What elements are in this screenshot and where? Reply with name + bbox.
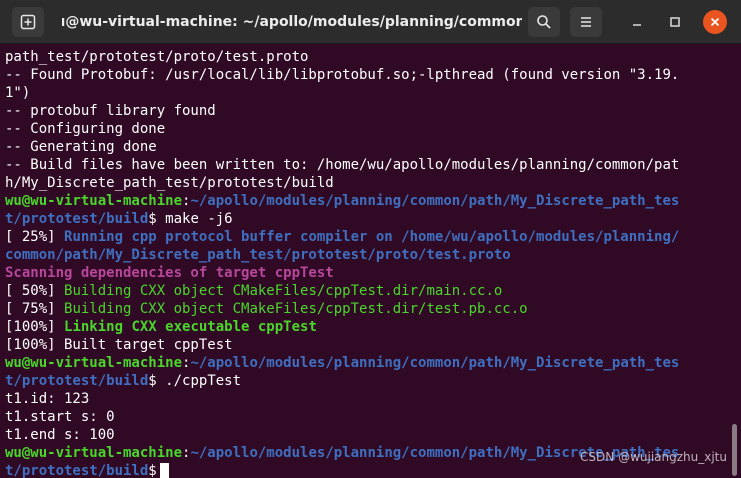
prompt-line: wu@wu-virtual-machine:~/apollo/modules/p… xyxy=(5,355,680,371)
progress-message: Running cpp protocol buffer compiler on … xyxy=(64,229,680,245)
prompt-line: t/prototest/build$ ./cppTest xyxy=(5,372,732,390)
prompt-user: wu@wu-virtual-machine xyxy=(5,193,183,209)
text-cursor xyxy=(159,463,169,478)
search-icon xyxy=(537,15,551,29)
prompt-path: ~/apollo/modules/planning/common/path/My… xyxy=(190,355,680,371)
prompt-path-wrap: t/prototest/build xyxy=(5,211,149,227)
prompt-line: wu@wu-virtual-machine:~/apollo/modules/p… xyxy=(5,193,680,209)
progress-message: Building CXX object CMakeFiles/cppTest.d… xyxy=(64,283,503,299)
prompt-line: t/prototest/build$ make -j6 xyxy=(5,210,732,228)
terminal-line: Scanning dependencies of target cppTest xyxy=(5,265,334,281)
watermark-text: CSDN @wujiangzhu_xjtu xyxy=(580,450,727,464)
prompt-user: wu@wu-virtual-machine xyxy=(5,445,183,461)
close-button[interactable] xyxy=(703,10,727,34)
prompt-line: t/prototest/build$ xyxy=(5,462,732,478)
minimize-button[interactable] xyxy=(626,11,648,33)
prompt-path-wrap: t/prototest/build xyxy=(5,463,149,478)
terminal-line: [ 75%] Building CXX object CMakeFiles/cp… xyxy=(5,300,732,318)
maximize-button[interactable] xyxy=(664,11,686,33)
prompt-path-wrap: t/prototest/build xyxy=(5,373,149,389)
terminal-line: 1") xyxy=(5,85,31,101)
terminal-output[interactable]: path_test/prototest/proto/test.proto -- … xyxy=(0,44,732,478)
terminal-line: -- Generating done xyxy=(5,139,157,155)
command-text: make -j6 xyxy=(165,211,233,227)
terminal-line: t1.end s: 100 xyxy=(5,427,115,443)
prompt-user: wu@wu-virtual-machine xyxy=(5,355,183,371)
terminal-line: [100%] Built target cppTest xyxy=(5,337,233,353)
search-button[interactable] xyxy=(528,7,560,37)
progress-percent: [100%] xyxy=(5,319,56,335)
terminal-scrollbar[interactable] xyxy=(732,424,737,476)
terminal-line: -- protobuf library found xyxy=(5,103,216,119)
close-icon xyxy=(710,17,720,27)
terminal-line: t1.id: 123 xyxy=(5,391,90,407)
prompt-dollar: $ xyxy=(148,373,157,389)
progress-message: Linking CXX executable cppTest xyxy=(64,319,317,335)
new-tab-button[interactable] xyxy=(12,7,44,37)
terminal-line: -- Build files have been written to: /ho… xyxy=(5,157,680,173)
terminal-line: -- Found Protobuf: /usr/local/lib/libpro… xyxy=(5,67,680,83)
terminal-line: -- Configuring done xyxy=(5,121,166,137)
command-text: ./cppTest xyxy=(165,373,242,389)
prompt-dollar: $ xyxy=(148,211,157,227)
progress-percent: [ 75%] xyxy=(5,301,56,317)
terminal-line: path_test/prototest/proto/test.proto xyxy=(5,49,309,65)
progress-percent: [ 50%] xyxy=(5,283,56,299)
terminal-line: t1.start s: 0 xyxy=(5,409,115,425)
terminal-line: [ 50%] Building CXX object CMakeFiles/cp… xyxy=(5,282,732,300)
title-bar: wu@wu-virtual-machine: ~/apollo/modules/… xyxy=(0,0,741,44)
terminal-line: h/My_Discrete_path_test/prototest/build xyxy=(5,175,334,191)
hamburger-menu-icon xyxy=(581,17,591,27)
minimize-icon xyxy=(633,24,641,26)
terminal-line: [100%] Linking CXX executable cppTest xyxy=(5,318,732,336)
progress-message: Building CXX object CMakeFiles/cppTest.d… xyxy=(64,301,528,317)
new-tab-icon xyxy=(20,14,36,30)
prompt-dollar: $ xyxy=(148,463,157,478)
progress-percent: [ 25%] xyxy=(5,229,56,245)
prompt-path: ~/apollo/modules/planning/common/path/My… xyxy=(190,193,680,209)
menu-button[interactable] xyxy=(570,7,602,37)
terminal-line: [ 25%] Running cpp protocol buffer compi… xyxy=(5,228,732,246)
terminal-line: common/path/My_Discrete_path_test/protot… xyxy=(5,247,511,263)
window-title: wu@wu-virtual-machine: ~/apollo/modules/… xyxy=(62,14,522,30)
maximize-icon xyxy=(670,17,680,27)
